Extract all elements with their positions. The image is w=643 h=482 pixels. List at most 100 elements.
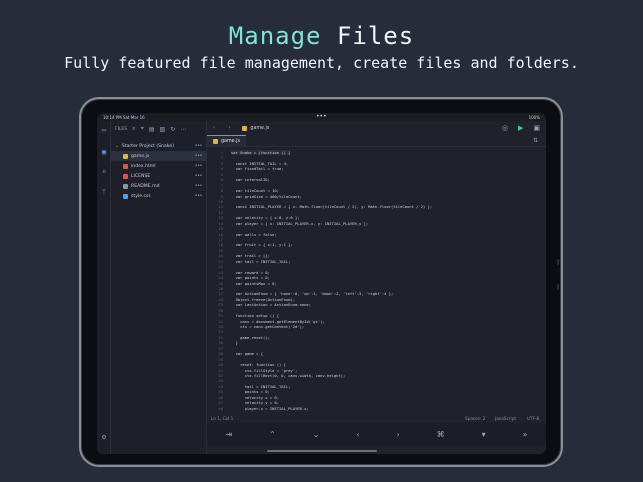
more-icon[interactable]: ••• bbox=[195, 143, 203, 149]
file-icon bbox=[123, 173, 128, 179]
line-text: game.reset(); bbox=[231, 334, 270, 340]
more-icon[interactable]: ••• bbox=[195, 173, 203, 179]
chevron-down-icon: ⌄ bbox=[115, 143, 119, 149]
side-button bbox=[557, 284, 559, 290]
editor-actions: ◎ ▶ ▣ bbox=[502, 124, 540, 132]
line-text: var walls = false; bbox=[231, 231, 277, 237]
files-toolbar: FILES ⌕ ⌖ ▤ ▨ ↻ ⋯ bbox=[111, 121, 206, 137]
status-time: 10:14 PM Sat Mar 16 bbox=[103, 115, 145, 120]
run-icon[interactable]: ▶ bbox=[518, 124, 523, 132]
file-row[interactable]: index.html ••• bbox=[111, 161, 207, 171]
accessory-key[interactable]: ▾ bbox=[482, 430, 486, 439]
branch-icon[interactable]: ᛘ bbox=[100, 188, 108, 196]
accessory-key[interactable]: › bbox=[397, 430, 400, 439]
line-text: reset: function () { bbox=[231, 362, 286, 368]
file-icon bbox=[123, 193, 128, 199]
line-text: velocity.x = 0; bbox=[231, 394, 280, 400]
file-tree: ⌄ Starter Project (Snake) ••• game.js •••… bbox=[111, 141, 207, 201]
file-icon bbox=[123, 163, 128, 169]
status-dots: ••• bbox=[316, 113, 327, 120]
more-icon[interactable]: ⋯ bbox=[180, 126, 186, 133]
refresh-icon[interactable]: ↻ bbox=[170, 126, 175, 133]
cursor-position[interactable]: Ln 1, Col 1 bbox=[211, 416, 233, 421]
line-text: var ActionEnum = { 'none':0, 'up':1, 'do… bbox=[231, 291, 394, 297]
editor-pane: ‹ › game.js ◎ ▶ ▣ game.js ⇅ 1var Snake bbox=[207, 121, 546, 454]
keyboard-accessory-bar: ⇥ ⌃ ⌄ ‹ › ⌘ ▾ » bbox=[207, 423, 546, 445]
editor-topbar: ‹ › game.js ◎ ▶ ▣ bbox=[207, 121, 546, 135]
nav-arrows-icon[interactable]: ‹ › bbox=[213, 126, 236, 131]
line-text: var reward = 0; bbox=[231, 269, 270, 275]
new-file-icon[interactable]: ▤ bbox=[149, 126, 155, 133]
file-row[interactable]: style.css ••• bbox=[111, 191, 207, 201]
page-subline: Fully featured file management, create f… bbox=[64, 54, 579, 72]
line-text: var gridSize = 400/tileCount; bbox=[231, 193, 302, 199]
new-folder-icon[interactable]: ▨ bbox=[160, 126, 166, 133]
status-battery: 100% bbox=[528, 115, 540, 120]
folder-icon[interactable]: ▣ bbox=[100, 148, 108, 156]
files-panel: FILES ⌕ ⌖ ▤ ▨ ↻ ⋯ ⌄ Starter Project (Sna… bbox=[111, 121, 207, 454]
line-text: player.x = INITIAL_PLAYER.x; bbox=[231, 405, 309, 411]
line-text: const INITIAL_PLAYER = { x: Math.floor(t… bbox=[231, 204, 433, 210]
file-row[interactable]: game.js ••• bbox=[111, 151, 207, 161]
accessory-key[interactable]: ⌘ bbox=[437, 430, 445, 439]
inbox-icon[interactable]: ▭ bbox=[100, 126, 108, 134]
line-text: ctx = canv.getContext('2d'); bbox=[231, 324, 305, 329]
line-text: points = 0; bbox=[231, 389, 270, 395]
panel-icon[interactable]: ▣ bbox=[533, 124, 540, 132]
side-button bbox=[557, 259, 559, 265]
line-text: const INITIAL_TAIL = 4; bbox=[231, 160, 289, 166]
line-text: function setup () { bbox=[231, 313, 280, 319]
indent-setting[interactable]: Spaces: 2 bbox=[465, 416, 485, 421]
line-text: Object.freeze(ActionEnum); bbox=[231, 296, 296, 302]
tab-bar: game.js ⇅ bbox=[207, 134, 546, 147]
accessory-key[interactable]: ⌄ bbox=[313, 430, 320, 439]
project-name: Starter Project (Snake) bbox=[121, 143, 174, 149]
line-text: var fixedTail = true; bbox=[231, 166, 284, 172]
line-text: var points = 0; bbox=[231, 275, 270, 281]
search-icon[interactable]: ⌕ bbox=[100, 168, 108, 176]
more-icon[interactable]: ••• bbox=[195, 193, 203, 199]
file-name: game.js bbox=[131, 153, 150, 159]
js-file-icon bbox=[242, 125, 248, 131]
accessory-key[interactable]: ⇥ bbox=[225, 430, 232, 439]
tablet-screen: 10:14 PM Sat Mar 16 ••• 100% ▭ ▣ ⌕ ᛘ ⚙ F… bbox=[97, 113, 546, 454]
project-row[interactable]: ⌄ Starter Project (Snake) ••• bbox=[111, 141, 207, 151]
files-label: FILES bbox=[115, 126, 128, 132]
page-headline: Manage Files bbox=[0, 22, 643, 50]
line-text: var tileCount = 10; bbox=[231, 188, 280, 194]
accessory-key[interactable]: ‹ bbox=[356, 430, 359, 439]
editor-statusbar: Ln 1, Col 1 Spaces: 2 JavaScript UTF-8 bbox=[207, 413, 546, 423]
preview-icon[interactable]: ◎ bbox=[502, 124, 508, 132]
more-icon[interactable]: ••• bbox=[195, 183, 203, 189]
file-name: LICENSE bbox=[131, 173, 151, 179]
line-text: canv = document.getElementById('gc'); bbox=[231, 318, 325, 324]
js-file-icon bbox=[213, 138, 218, 144]
file-row[interactable]: README.md ••• bbox=[111, 181, 207, 191]
file-name: style.css bbox=[131, 193, 151, 199]
tablet-device: 10:14 PM Sat Mar 16 ••• 100% ▭ ▣ ⌕ ᛘ ⚙ F… bbox=[79, 97, 563, 467]
file-name: index.html bbox=[131, 163, 156, 169]
encoding[interactable]: UTF-8 bbox=[527, 416, 539, 421]
breadcrumb[interactable]: game.js bbox=[242, 125, 269, 131]
accessory-key[interactable]: ⌃ bbox=[269, 430, 276, 439]
location-icon[interactable]: ⌖ bbox=[141, 125, 144, 133]
tab-game-js[interactable]: game.js bbox=[207, 134, 246, 147]
tab-label: game.js bbox=[221, 138, 240, 144]
line-text: var Snake = (function () { bbox=[231, 150, 291, 155]
gear-icon[interactable]: ⚙ bbox=[100, 433, 108, 441]
headline-rest: Files bbox=[321, 22, 415, 50]
more-icon[interactable]: ••• bbox=[195, 153, 203, 159]
line-text: var game = { bbox=[231, 351, 264, 357]
file-name: README.md bbox=[131, 183, 160, 189]
activity-rail: ▭ ▣ ⌕ ᛘ ⚙ bbox=[97, 121, 111, 454]
line-text: var pointsMax = 0; bbox=[231, 280, 277, 286]
code-editor[interactable]: 1 var Snake = (function () {2 3 const INIT… bbox=[207, 148, 546, 411]
sort-icon[interactable]: ⇅ bbox=[533, 137, 538, 144]
file-row[interactable]: LICENSE ••• bbox=[111, 171, 207, 181]
file-icon bbox=[123, 153, 128, 159]
search-icon[interactable]: ⌕ bbox=[132, 125, 135, 133]
language-mode[interactable]: JavaScript bbox=[495, 416, 516, 421]
accessory-key[interactable]: » bbox=[523, 430, 528, 439]
more-icon[interactable]: ••• bbox=[195, 163, 203, 169]
line-text: var trail = []; bbox=[231, 253, 270, 259]
